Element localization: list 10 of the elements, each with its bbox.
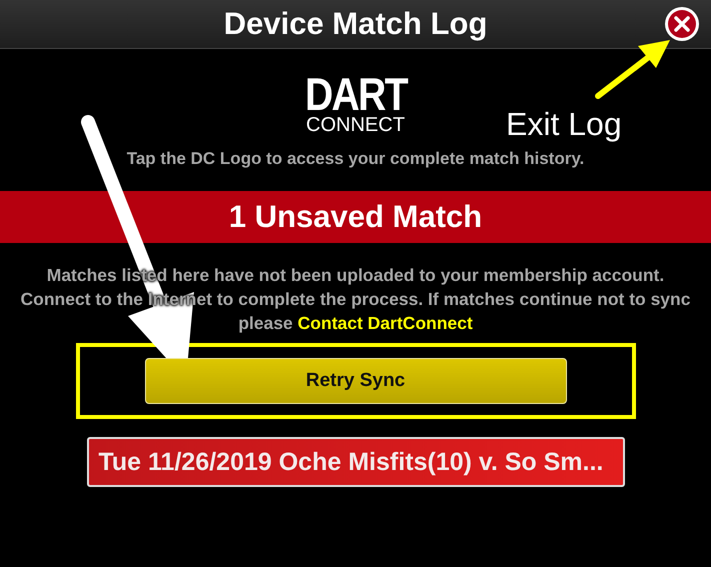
dartconnect-logo[interactable]: DART CONNECT <box>296 71 416 135</box>
contact-link[interactable]: Contact DartConnect <box>298 313 473 333</box>
close-button[interactable] <box>665 7 699 41</box>
match-row[interactable]: Tue 11/26/2019 Oche Misfits(10) v. So Sm... <box>86 437 624 487</box>
window-title: Device Match Log <box>224 6 488 42</box>
unsaved-banner: 1 Unsaved Match <box>0 191 711 243</box>
retry-sync-button[interactable]: Retry Sync <box>144 358 566 404</box>
hint-text: Tap the DC Logo to access your complete match history. <box>126 149 584 169</box>
close-icon <box>667 9 697 39</box>
exit-log-label: Exit Log <box>506 106 622 143</box>
